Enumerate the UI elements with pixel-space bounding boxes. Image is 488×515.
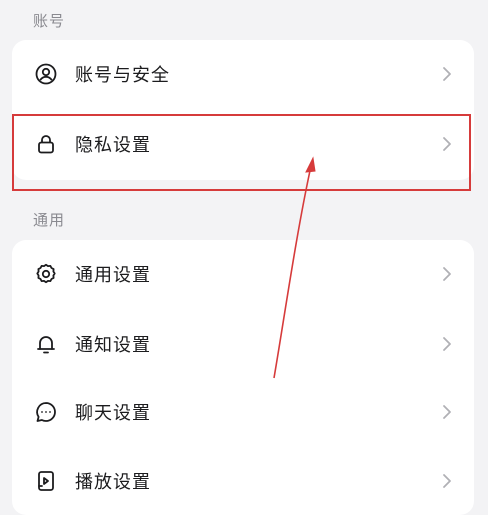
chevron-right-icon: [443, 474, 451, 488]
lock-icon: [34, 132, 58, 156]
play-settings-icon: [34, 469, 58, 493]
general-card: 通用设置 通知设置 聊天设置 播放设置: [12, 240, 474, 515]
chevron-right-icon: [443, 67, 451, 81]
section-title-general: 通用: [33, 211, 66, 229]
menu-item-general-settings[interactable]: 通用设置: [12, 240, 474, 308]
bell-icon: [34, 332, 58, 356]
menu-item-label: 通知设置: [75, 335, 151, 356]
chevron-right-icon: [443, 405, 451, 419]
gear-icon: [34, 262, 58, 286]
chat-bubble-icon: [34, 400, 58, 424]
menu-item-label: 聊天设置: [75, 403, 151, 424]
menu-item-label: 通用设置: [75, 265, 151, 286]
account-card: 账号与安全 隐私设置: [12, 40, 474, 180]
menu-item-notification-settings[interactable]: 通知设置: [12, 310, 474, 378]
menu-item-privacy-settings[interactable]: 隐私设置: [12, 110, 474, 178]
section-title-account: 账号: [33, 12, 66, 30]
menu-item-label: 播放设置: [75, 472, 151, 493]
chevron-right-icon: [443, 137, 451, 151]
menu-item-chat-settings[interactable]: 聊天设置: [12, 378, 474, 446]
user-circle-icon: [34, 62, 58, 86]
chevron-right-icon: [443, 337, 451, 351]
menu-item-label: 隐私设置: [75, 135, 151, 156]
chevron-right-icon: [443, 267, 451, 281]
menu-item-playback-settings[interactable]: 播放设置: [12, 447, 474, 515]
menu-item-account-security[interactable]: 账号与安全: [12, 40, 474, 108]
menu-item-label: 账号与安全: [75, 65, 170, 86]
